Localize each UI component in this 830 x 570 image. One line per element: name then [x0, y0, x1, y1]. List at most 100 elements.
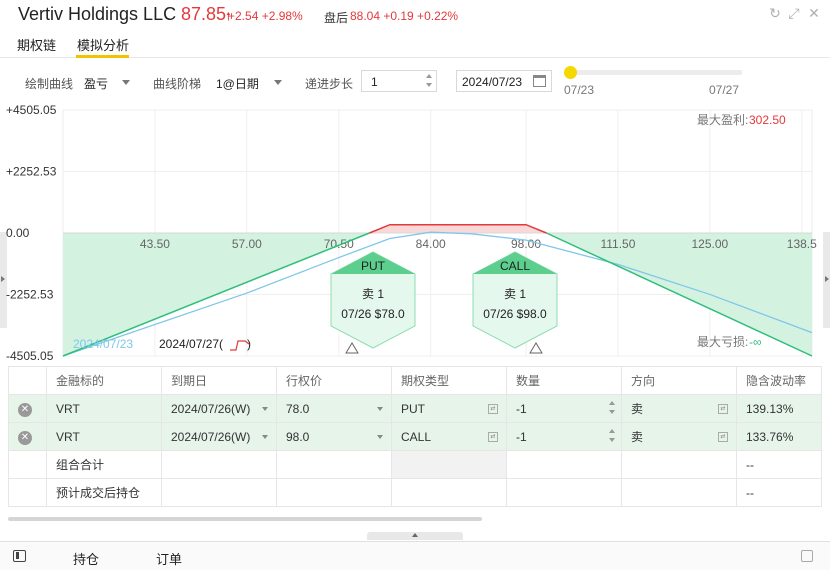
- column-header-iv: 隐含波动率: [736, 366, 822, 395]
- column-header-underlying: 金融标的: [46, 366, 162, 395]
- cell-option-type[interactable]: CALL ⇄: [391, 422, 507, 451]
- after-hours-quote: 88.04 +0.19 +0.22%: [350, 9, 459, 23]
- tab-orders[interactable]: 订单: [156, 549, 182, 568]
- chevron-down-icon: [274, 80, 282, 85]
- curve-select-value: 盈亏: [84, 77, 109, 91]
- tab-positions[interactable]: 持仓: [73, 549, 99, 568]
- cell-strike[interactable]: 98.0: [276, 422, 392, 451]
- edit-icon[interactable]: ⇄: [718, 432, 728, 442]
- chevron-down-icon: [377, 435, 383, 439]
- cell-expiry[interactable]: 2024/07/26(W): [161, 394, 277, 423]
- cell-strike[interactable]: 78.0: [276, 394, 392, 423]
- simulation-controls: 绘制曲线 盈亏 曲线阶梯 1@日期 递进步长 1 2024/07/23 07/2…: [0, 60, 830, 102]
- cell-option-type[interactable]: PUT ⇄: [391, 394, 507, 423]
- edit-icon[interactable]: ⇄: [488, 432, 498, 442]
- slider-handle[interactable]: [564, 66, 577, 79]
- call-marker-type: CALL: [500, 259, 530, 273]
- slider-end-label: 07/27: [709, 83, 740, 97]
- max-profit-value: 302.50: [749, 113, 786, 127]
- tab-option-chain[interactable]: 期权链: [17, 35, 56, 54]
- after-hours-label: 盘后: [324, 11, 349, 25]
- cell-underlying: VRT: [46, 394, 162, 423]
- max-loss-label: 最大亏损:: [697, 335, 748, 349]
- edit-icon[interactable]: ⇄: [488, 404, 498, 414]
- call-marker-detail: 07/26 $98.0: [483, 307, 547, 321]
- calendar-icon[interactable]: [533, 75, 546, 87]
- call-marker-action: 卖 1: [504, 287, 526, 301]
- pnl-chart: +4505.05 +2252.53 0.00 -2252.53 -4505.05 43.5…: [0, 100, 830, 362]
- table-row: ✕ VRT 2024/07/26(W) 98.0 CALL ⇄ -1 卖 ⇄ 133…: [8, 422, 822, 451]
- step-input-value: 1: [371, 75, 378, 89]
- price-change: +2.54 +2.98%: [228, 9, 303, 23]
- column-header-expiry: 到期日: [161, 366, 277, 395]
- refresh-icon[interactable]: ↻: [767, 5, 783, 21]
- summary-label: 组合合计: [46, 450, 162, 479]
- stock-name: Vertiv Holdings LLC: [18, 4, 177, 24]
- edit-icon[interactable]: ⇄: [718, 404, 728, 414]
- y-tick-label: -4505.05: [6, 349, 54, 362]
- post-trade-label: 预计成交后持仓: [46, 478, 162, 507]
- profit-area: [369, 224, 547, 233]
- column-header-quantity: 数量: [506, 366, 622, 395]
- x-tick-label: 125.00: [692, 237, 729, 251]
- tab-bar: 期权链 模拟分析: [0, 30, 830, 58]
- x-tick-label: 57.00: [232, 237, 262, 251]
- curve-select[interactable]: 盈亏: [80, 68, 136, 94]
- max-loss-value: -∞: [749, 335, 762, 349]
- cell-quantity[interactable]: -1: [506, 394, 622, 423]
- chevron-down-icon: [377, 407, 383, 411]
- quantity-stepper[interactable]: [609, 401, 615, 417]
- put-marker-type: PUT: [361, 259, 386, 273]
- cell-quantity[interactable]: -1: [506, 422, 622, 451]
- ladder-select-value: 1@日期: [216, 77, 259, 91]
- x-tick-label: 43.50: [140, 237, 170, 251]
- put-marker-detail: 07/26 $78.0: [341, 307, 405, 321]
- remove-leg-icon[interactable]: ✕: [18, 430, 32, 445]
- post-trade-iv: --: [736, 478, 822, 507]
- chevron-down-icon: [262, 407, 268, 411]
- call-strike-marker-icon: [529, 342, 543, 354]
- legend-expiry-date: 2024/07/27(: [159, 337, 223, 351]
- bottom-bar: 持仓 订单: [0, 541, 830, 570]
- panel-collapse-handle[interactable]: [367, 532, 463, 540]
- cell-iv: 139.13%: [736, 394, 822, 423]
- max-profit-label: 最大盈利:: [697, 113, 748, 127]
- quantity-stepper[interactable]: [609, 429, 615, 445]
- x-tick-label: 84.00: [416, 237, 446, 251]
- stock-price: 87.85🠕: [181, 4, 231, 24]
- y-tick-label: -2252.53: [6, 288, 54, 302]
- copy-icon[interactable]: [801, 550, 813, 562]
- x-tick-label: 111.50: [600, 237, 635, 251]
- title-bar: Vertiv Holdings LLC 87.85🠕 +2.54 +2.98% …: [0, 0, 830, 30]
- ladder-select[interactable]: 1@日期: [212, 68, 288, 94]
- curve-label: 绘制曲线: [25, 77, 74, 91]
- pnl-chart-svg: +4505.05 +2252.53 0.00 -2252.53 -4505.05 43.5…: [6, 103, 817, 362]
- legend-current-date: 2024/07/23: [73, 337, 133, 351]
- table-header-row: 金融标的 到期日 行权价 期权类型 数量 方向 隐含波动率: [8, 366, 822, 395]
- remove-leg-icon[interactable]: ✕: [18, 402, 32, 417]
- horizontal-scrollbar[interactable]: [8, 517, 482, 521]
- column-header-remove: [8, 366, 47, 395]
- date-picker-value: 2024/07/23: [462, 75, 523, 89]
- step-label: 递进步长: [305, 77, 354, 91]
- ladder-label: 曲线阶梯: [153, 77, 202, 91]
- date-picker[interactable]: 2024/07/23: [456, 70, 552, 92]
- tab-simulation[interactable]: 模拟分析: [77, 35, 129, 54]
- expand-icon[interactable]: ⤢: [786, 5, 802, 21]
- cell-side[interactable]: 卖 ⇄: [621, 394, 737, 423]
- date-slider[interactable]: [564, 66, 742, 79]
- legs-table: 金融标的 到期日 行权价 期权类型 数量 方向 隐含波动率 ✕ VRT 2024…: [0, 362, 830, 524]
- y-tick-label: +4505.05: [6, 103, 57, 117]
- step-stepper[interactable]: [426, 74, 432, 88]
- column-header-side: 方向: [621, 366, 737, 395]
- y-tick-label: +2252.53: [6, 164, 57, 178]
- cell-expiry[interactable]: 2024/07/26(W): [161, 422, 277, 451]
- step-input[interactable]: 1: [361, 70, 437, 92]
- put-marker-action: 卖 1: [362, 287, 384, 301]
- close-icon[interactable]: ✕: [806, 5, 822, 21]
- cell-side[interactable]: 卖 ⇄: [621, 422, 737, 451]
- panel-toggle-icon[interactable]: [13, 550, 26, 562]
- legend-expiry-suffix: ): [247, 337, 251, 351]
- slider-track: [564, 70, 742, 75]
- table-row: ✕ VRT 2024/07/26(W) 78.0 PUT ⇄ -1 卖 ⇄ 139.…: [8, 394, 822, 423]
